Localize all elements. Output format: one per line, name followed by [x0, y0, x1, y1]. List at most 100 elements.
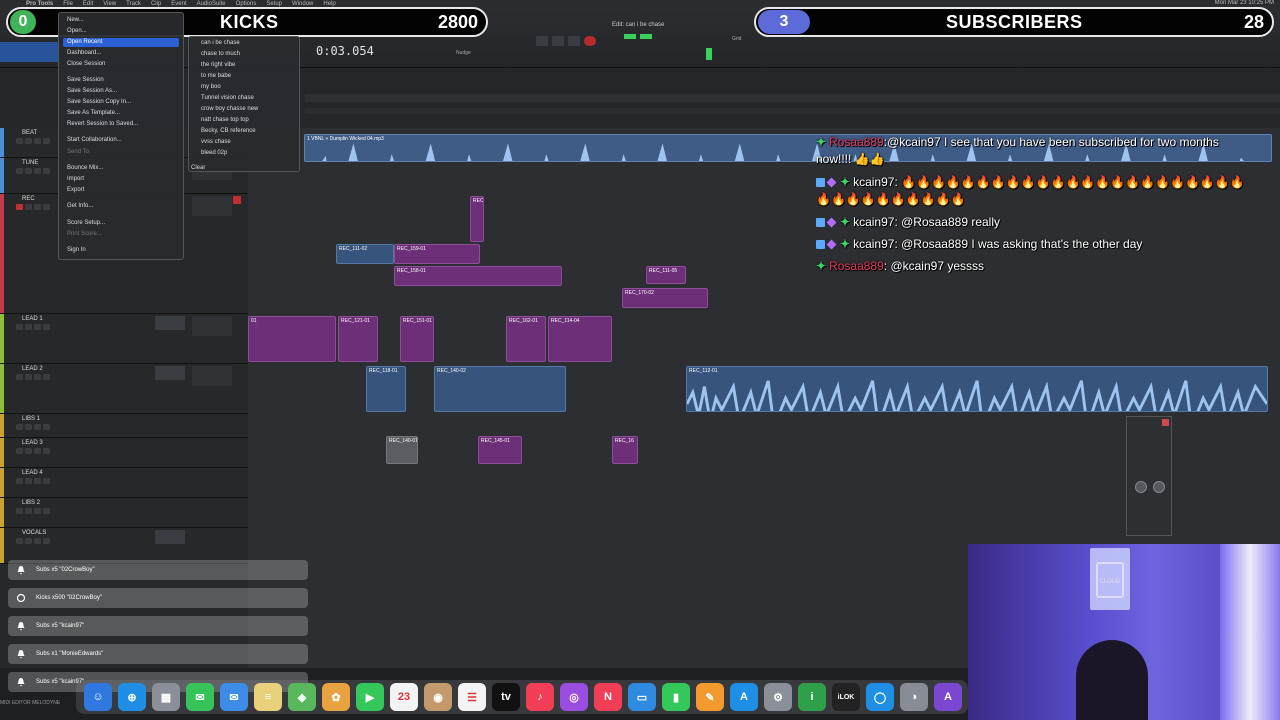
track-io[interactable] [192, 316, 232, 336]
utility-icon[interactable]: ◑ [900, 683, 928, 711]
play-button[interactable] [568, 36, 580, 46]
track-buttons[interactable] [16, 424, 50, 430]
audio-clip[interactable]: REC_140-01 [386, 436, 418, 464]
track-name[interactable]: BEAT [22, 130, 37, 136]
track-row[interactable]: LEAD 4 [0, 468, 248, 498]
appletv-icon[interactable]: tv [492, 683, 520, 711]
recent-session-item[interactable]: vvss chase [201, 139, 231, 145]
recent-session-item[interactable]: bleed 02p [201, 150, 227, 156]
track-name[interactable]: LEAD 4 [22, 470, 43, 476]
menu-item-save-copy[interactable]: Save Session Copy In... [67, 99, 131, 105]
track-name[interactable]: LIBS 2 [22, 500, 40, 506]
audio-clip[interactable]: REC [470, 196, 484, 242]
menu-item-send-to[interactable]: Send To [67, 149, 89, 155]
clear-recent-item[interactable]: Clear [191, 165, 205, 171]
track-buttons[interactable] [16, 508, 50, 514]
contacts-icon[interactable]: ◉ [424, 683, 452, 711]
recent-session-item[interactable]: can i be chase [201, 40, 240, 46]
track-name[interactable]: VOCALS [22, 530, 46, 536]
audio-clip[interactable]: REC_170-02 [622, 288, 708, 308]
menu-item-save-session[interactable]: Save Session [67, 77, 104, 83]
keynote-icon[interactable]: ▭ [628, 683, 656, 711]
plugin-knob[interactable] [1153, 481, 1165, 493]
safari-icon[interactable]: ⊕ [118, 683, 146, 711]
menu-item-export[interactable]: Export [67, 187, 84, 193]
track-buttons[interactable] [16, 168, 50, 174]
audio-clip[interactable]: REC_118-01 [366, 366, 406, 412]
close-icon[interactable] [1162, 419, 1169, 426]
appstore-icon[interactable]: A [730, 683, 758, 711]
stop-button[interactable] [552, 36, 564, 46]
messages-icon[interactable]: ✉ [186, 683, 214, 711]
menu-item-close-session[interactable]: Close Session [67, 61, 105, 67]
audio-clip[interactable]: REC_145-01 [478, 436, 522, 464]
track-row[interactable]: LIBS 2 [0, 498, 248, 528]
ilok-icon[interactable]: i [798, 683, 826, 711]
rewind-button[interactable] [536, 36, 548, 46]
music-icon[interactable]: ♪ [526, 683, 554, 711]
plugin-knob[interactable] [1135, 481, 1147, 493]
minsec-ruler[interactable] [305, 94, 1280, 102]
track-row[interactable]: LEAD 1 [0, 314, 248, 364]
track-name[interactable]: TUNE [22, 160, 38, 166]
track-buttons[interactable] [16, 138, 50, 144]
avid-icon[interactable]: iLOK [832, 683, 860, 711]
mail-icon[interactable]: ✉ [220, 683, 248, 711]
record-arm-button[interactable] [233, 196, 241, 204]
track-row[interactable]: VOCALS [0, 528, 248, 564]
menu-item-sign-in[interactable]: Sign In [67, 247, 86, 253]
browser-icon[interactable]: ◯ [866, 683, 894, 711]
track-row[interactable]: LIBS 1 [0, 414, 248, 438]
menu-item-get-info[interactable]: Get Info... [67, 203, 93, 209]
mode-buttons[interactable] [0, 42, 60, 62]
recent-session-item[interactable]: natt chase top top [201, 117, 249, 123]
launchpad-icon[interactable]: ▦ [152, 683, 180, 711]
track-name[interactable]: LEAD 2 [22, 366, 43, 372]
protools-icon[interactable]: A [934, 683, 962, 711]
audio-clip[interactable]: REC_111-02 [336, 244, 394, 264]
audio-clip[interactable]: REC_114-04 [548, 316, 612, 362]
pages-icon[interactable]: ✎ [696, 683, 724, 711]
finder-icon[interactable]: ☺ [84, 683, 112, 711]
track-name[interactable]: REC [22, 196, 35, 202]
menu-item-revert[interactable]: Revert Session to Saved... [67, 121, 138, 127]
menu-item-bounce-mix[interactable]: Bounce Mix... [67, 165, 103, 171]
numbers-icon[interactable]: ▮ [662, 683, 690, 711]
menu-item-start-collab[interactable]: Start Collaboration... [67, 137, 122, 143]
track-row[interactable]: LEAD 2 [0, 364, 248, 414]
track-buttons[interactable] [16, 448, 50, 454]
track-name[interactable]: LIBS 1 [22, 416, 40, 422]
record-button[interactable] [584, 36, 596, 46]
facetime-icon[interactable]: ▶ [356, 683, 384, 711]
recent-session-item[interactable]: the right vibe [201, 62, 235, 68]
recent-session-item[interactable]: chase to much [201, 51, 240, 57]
recent-session-item[interactable]: my boo [201, 84, 221, 90]
track-buttons[interactable] [16, 478, 50, 484]
markers-ruler[interactable] [305, 108, 1280, 114]
calendar-icon[interactable]: 23 [390, 683, 418, 711]
audio-clip[interactable]: REC_16 [612, 436, 638, 464]
recent-session-item[interactable]: to me babe [201, 73, 231, 79]
audio-clip[interactable]: REC_162-01 [506, 316, 546, 362]
audio-clip[interactable]: 01 [248, 316, 336, 362]
menu-item-new[interactable]: New... [67, 17, 84, 23]
audio-clip[interactable]: REC_112-01 [686, 366, 1268, 412]
notes-icon[interactable]: ≡ [254, 683, 282, 711]
news-icon[interactable]: N [594, 683, 622, 711]
podcasts-icon[interactable]: ◎ [560, 683, 588, 711]
track-io[interactable] [192, 366, 232, 386]
reminders-icon[interactable]: ☰ [458, 683, 486, 711]
audio-clip[interactable]: REC_158-01 [394, 266, 562, 286]
track-name[interactable]: LEAD 1 [22, 316, 43, 322]
track-buttons[interactable] [16, 324, 50, 330]
recent-session-item[interactable]: crow boy chasse new [201, 106, 258, 112]
maps-icon[interactable]: ◈ [288, 683, 316, 711]
menu-item-open[interactable]: Open... [67, 28, 87, 34]
plugin-window[interactable] [1126, 416, 1172, 536]
recent-session-item[interactable]: Becky, CB reference [201, 128, 256, 134]
audio-clip[interactable]: REC_151-01 [400, 316, 434, 362]
photos-icon[interactable]: ✿ [322, 683, 350, 711]
menu-item-save-as[interactable]: Save Session As... [67, 88, 117, 94]
track-inserts[interactable] [155, 366, 185, 380]
menu-item-save-template[interactable]: Save As Template... [67, 110, 120, 116]
